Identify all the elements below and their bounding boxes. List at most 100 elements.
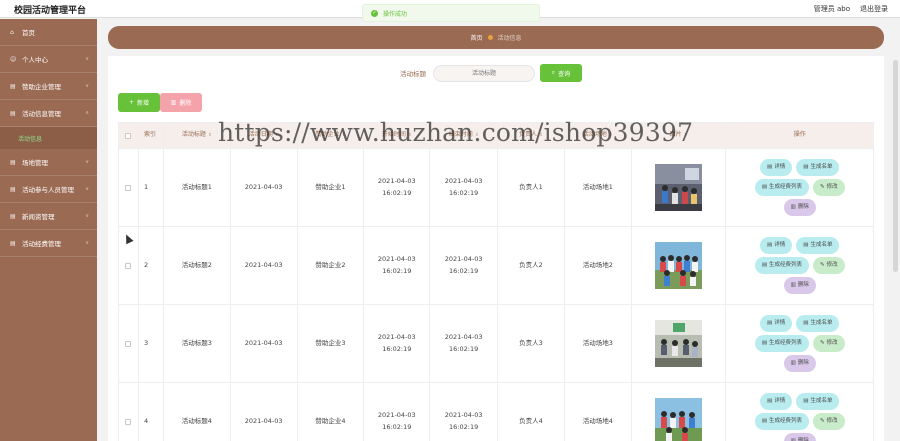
edit-button[interactable]: ✎ 修改 <box>813 179 845 196</box>
sort-icon: ⇕ <box>341 132 346 138</box>
home-icon: ⌂ <box>10 28 14 36</box>
row-checkbox[interactable] <box>125 262 132 269</box>
row-checkbox[interactable] <box>125 184 132 191</box>
header-start-label: 开始时间 <box>381 131 406 139</box>
cell-place: 活动场地1 <box>565 149 632 226</box>
cell-place: 活动场地2 <box>565 227 632 304</box>
search-row: 活动标题 ⌕ 查询 <box>400 64 582 82</box>
header-place-label: 活动场地 <box>582 131 607 139</box>
chevron-down-icon: ∨ <box>85 240 89 246</box>
header-sponsor[interactable]: 赞助企业 ⇕ <box>298 123 365 148</box>
sort-icon: ⇕ <box>207 132 212 138</box>
activity-photo[interactable] <box>655 242 703 289</box>
pencil-icon: ✎ <box>820 261 825 268</box>
chevron-down-icon: ∨ <box>85 186 89 192</box>
sidebar-item-participants[interactable]: ▤ 活动参与人员管理 ∨ <box>0 176 97 203</box>
sort-icon: ⇕ <box>683 132 688 138</box>
toast-message: 操作成功 <box>383 10 408 18</box>
document-icon: ▤ <box>803 397 809 404</box>
cell-manager: 负责人2 <box>498 227 565 304</box>
cell-actions: ▤ 详情 ▤ 生成名单 ▤ 生成经费列表 ✎ 修改 ▥ 删除 <box>726 305 873 382</box>
table-row: 2 活动标题2 2021-04-03 赞助企业2 2021-04-03 16:0… <box>118 227 874 305</box>
detail-button[interactable]: ▤ 详情 <box>760 159 793 176</box>
add-button[interactable]: + 新增 <box>118 93 160 112</box>
generate-list-button[interactable]: ▤ 生成名单 <box>796 159 840 176</box>
generate-fee-button[interactable]: ▤ 生成经费列表 <box>754 335 810 352</box>
generate-list-label: 生成名单 <box>810 319 833 326</box>
list-icon: ▤ <box>10 109 16 117</box>
sidebar-item-sponsor[interactable]: ▤ 赞助企业管理 ∨ <box>0 73 97 100</box>
delete-label: 删除 <box>797 437 809 441</box>
cell-place: 活动场地3 <box>565 305 632 382</box>
sidebar-item-profile[interactable]: ☺ 个人中心 ∨ <box>0 46 97 73</box>
row-checkbox[interactable] <box>125 418 132 425</box>
breadcrumb-home[interactable]: 首页 <box>470 33 482 42</box>
delete-button[interactable]: ▥ 删除 <box>783 433 816 441</box>
header-title[interactable]: 活动标题 ⇕ <box>164 123 231 148</box>
cell-sponsor: 赞助企业1 <box>298 149 365 226</box>
trash-icon: ▥ <box>790 437 796 441</box>
sidebar-item-venue[interactable]: ▤ 场地管理 ∨ <box>0 149 97 176</box>
header-manager[interactable]: 负责人 ⇕ <box>498 123 565 148</box>
header-place[interactable]: 活动场地 ⇕ <box>565 123 632 148</box>
detail-button[interactable]: ▤ 详情 <box>760 315 793 332</box>
sidebar-item-activity[interactable]: ▤ 活动信息管理 ∧ <box>0 100 97 127</box>
sidebar-item-news[interactable]: ▤ 新闻资管理 ∨ <box>0 203 97 230</box>
search-input[interactable] <box>433 64 535 82</box>
document-icon: ▤ <box>767 397 773 404</box>
cell-start: 2021-04-03 16:02:19 <box>364 383 431 441</box>
edit-button[interactable]: ✎ 修改 <box>813 413 845 430</box>
header-end[interactable]: 结束时间 ⇕ <box>430 123 499 148</box>
pencil-icon: ✎ <box>820 417 825 424</box>
delete-button-label: 删除 <box>179 100 192 107</box>
batch-delete-button[interactable]: ▥ 删除 <box>160 93 202 112</box>
cell-actions: ▤ 详情 ▤ 生成名单 ▤ 生成经费列表 ✎ 修改 ▥ 删除 <box>726 149 873 226</box>
activity-photo[interactable] <box>655 320 703 367</box>
delete-button[interactable]: ▥ 删除 <box>783 355 816 372</box>
chevron-down-icon: ∨ <box>85 213 89 219</box>
delete-button[interactable]: ▥ 删除 <box>783 199 816 216</box>
user-icon: ☺ <box>10 55 17 63</box>
header-image[interactable]: 图片 ⇕ <box>632 123 727 148</box>
row-checkbox[interactable] <box>125 340 132 347</box>
cell-sponsor: 赞助企业4 <box>298 383 365 441</box>
sidebar-item-label: 活动信息管理 <box>22 110 61 118</box>
add-button-label: 新增 <box>137 100 150 107</box>
generate-fee-button[interactable]: ▤ 生成经费列表 <box>754 413 810 430</box>
generate-list-button[interactable]: ▤ 生成名单 <box>796 237 840 254</box>
detail-button[interactable]: ▤ 详情 <box>760 237 793 254</box>
search-button[interactable]: ⌕ 查询 <box>540 64 582 82</box>
scrollbar[interactable] <box>893 60 898 272</box>
cell-date: 2021-04-03 <box>231 305 298 382</box>
chevron-down-icon: ∨ <box>85 83 89 89</box>
header-start[interactable]: 开始时间 ⇕ <box>364 123 431 148</box>
cell-place: 活动场地4 <box>565 383 632 441</box>
activity-photo[interactable] <box>655 164 703 211</box>
edit-button[interactable]: ✎ 修改 <box>813 335 845 352</box>
cell-end: 2021-04-03 16:02:19 <box>430 227 499 304</box>
generate-list-button[interactable]: ▤ 生成名单 <box>796 315 840 332</box>
cell-manager: 负责人1 <box>498 149 565 226</box>
generate-fee-button[interactable]: ▤ 生成经费列表 <box>754 179 810 196</box>
generate-fee-button[interactable]: ▤ 生成经费列表 <box>754 257 810 274</box>
logout-link[interactable]: 退出登录 <box>860 4 888 14</box>
check-circle-icon: ✓ <box>371 9 378 17</box>
header-title-label: 活动标题 <box>181 131 206 139</box>
sidebar-item-label: 个人中心 <box>22 56 48 64</box>
detail-label: 详情 <box>774 241 786 248</box>
detail-button[interactable]: ▤ 详情 <box>760 393 793 410</box>
generate-fee-label: 生成经费列表 <box>769 339 803 346</box>
header-date[interactable]: 活动日期 ⇕ <box>231 123 298 148</box>
sidebar-subitem-activity-info[interactable]: 活动信息 <box>0 127 97 149</box>
sidebar-item-funds[interactable]: ▤ 活动经费管理 ∨ <box>0 230 97 257</box>
activity-photo[interactable] <box>655 398 703 441</box>
sidebar-item-home[interactable]: ⌂ 首页 <box>0 19 97 46</box>
select-all-checkbox[interactable] <box>125 132 132 139</box>
edit-button[interactable]: ✎ 修改 <box>813 257 845 274</box>
generate-list-button[interactable]: ▤ 生成名单 <box>796 393 840 410</box>
search-icon: ⌕ <box>551 69 556 76</box>
cell-image <box>632 149 727 226</box>
activity-table: 索引 活动标题 ⇕ 活动日期 ⇕ 赞助企业 ⇕ 开始时间 ⇕ 结束时间 ⇕ 负责人 ⇕ 活动… <box>118 122 874 441</box>
delete-button[interactable]: ▥ 删除 <box>783 277 816 294</box>
chevron-down-icon: ∨ <box>85 56 89 62</box>
